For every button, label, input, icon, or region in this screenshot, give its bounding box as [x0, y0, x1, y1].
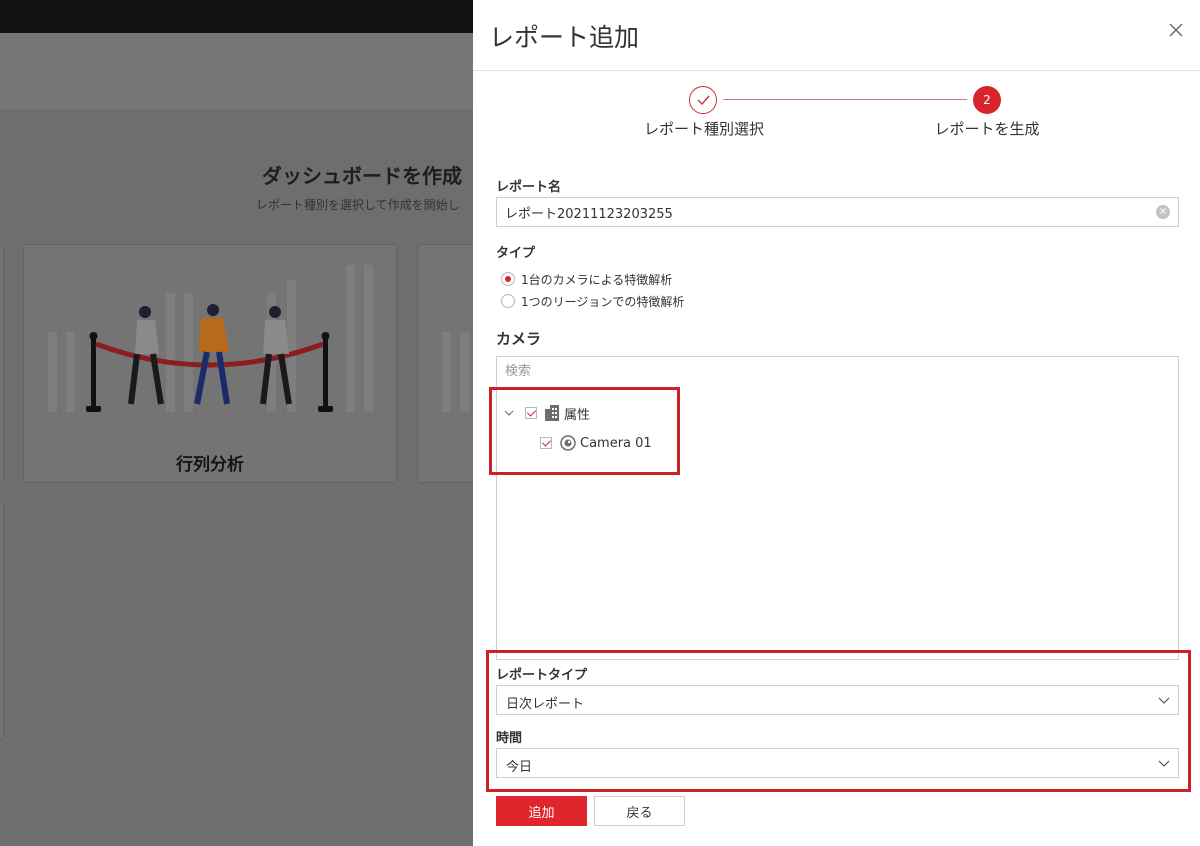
back-button[interactable]: 戻る: [594, 796, 685, 826]
add-report-drawer: レポート追加 2 レポート種別選択 レポートを生成 レポート名 × タイプ 1台…: [473, 0, 1200, 846]
camera-section-title: カメラ: [496, 330, 542, 348]
add-button[interactable]: 追加: [496, 796, 587, 826]
drawer-header: レポート追加: [473, 0, 1200, 71]
close-icon[interactable]: [1166, 20, 1186, 40]
tree-node-camera-01[interactable]: Camera 01: [540, 433, 652, 453]
step-2-indicator: 2: [973, 86, 1001, 114]
illustration-bar: [48, 332, 57, 412]
step-1-label: レポート種別選択: [644, 120, 765, 138]
step-2-label: レポートを生成: [934, 120, 1040, 138]
type-option-single-camera[interactable]: 1台のカメラによる特徴解析: [501, 270, 672, 288]
time-label: 時間: [496, 731, 523, 746]
dashboard-title: ダッシュボードを作成: [262, 164, 462, 188]
card-label: 行列分析: [176, 455, 244, 475]
queue-illustration: [86, 304, 333, 412]
chevron-down-icon: [1158, 760, 1170, 767]
report-type-card-queue-analysis[interactable]: 行列分析: [23, 244, 397, 483]
step-1-complete: [689, 86, 717, 114]
checkmark-icon: [697, 95, 710, 106]
building-icon: [545, 405, 559, 421]
report-name-label: レポート名: [496, 180, 562, 195]
select-value: 日次レポート: [506, 697, 585, 712]
illustration-bar: [66, 332, 75, 412]
dashboard-subtitle: レポート種別を選択して作成を開始し: [256, 198, 460, 212]
tree-node-label: 属性: [564, 407, 591, 423]
type-option-label: 1台のカメラによる特徴解析: [521, 272, 673, 287]
illustration-bar: [442, 332, 451, 412]
tree-node-attribute[interactable]: 属性: [502, 403, 590, 423]
illustration-bar: [364, 265, 373, 412]
select-value: 今日: [506, 760, 533, 775]
type-option-label: 1つのリージョンでの特徴解析: [521, 294, 685, 309]
type-option-single-region[interactable]: 1つのリージョンでの特徴解析: [501, 292, 684, 310]
tree-node-label: Camera 01: [580, 435, 652, 451]
chevron-down-icon[interactable]: [502, 406, 516, 420]
report-name-input[interactable]: [496, 197, 1179, 227]
radio-button[interactable]: [501, 294, 515, 308]
checkbox[interactable]: [540, 437, 552, 449]
card-left-lower-partial[interactable]: [0, 502, 4, 740]
card-left-partial[interactable]: [0, 245, 4, 483]
radio-button-checked[interactable]: [501, 272, 515, 286]
camera-icon: [560, 435, 576, 451]
camera-search-input[interactable]: [496, 356, 1179, 386]
illustration-bar: [460, 332, 469, 412]
time-select[interactable]: 今日: [496, 748, 1179, 778]
stepper-connector: [723, 99, 967, 100]
report-type-label: レポートタイプ: [496, 668, 588, 683]
chevron-down-icon: [1158, 697, 1170, 704]
type-label: タイプ: [496, 246, 536, 261]
camera-tree: [496, 385, 1179, 660]
clear-icon[interactable]: ×: [1156, 205, 1170, 219]
drawer-title: レポート追加: [489, 23, 640, 52]
report-type-select[interactable]: 日次レポート: [496, 685, 1179, 715]
illustration-bar: [346, 265, 355, 412]
checkbox[interactable]: [525, 407, 537, 419]
